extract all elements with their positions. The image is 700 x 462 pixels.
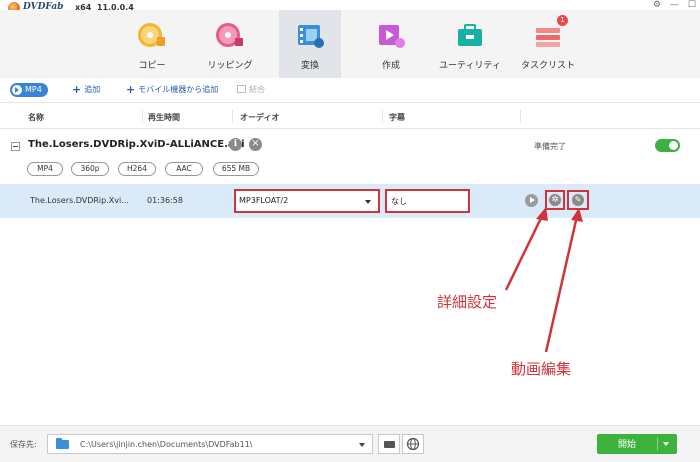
status-text: 準備完了 [534, 142, 566, 151]
tag-video-codec: H264 [118, 162, 156, 176]
copy-disc-icon [138, 23, 165, 47]
folder-icon [56, 438, 69, 449]
title-row[interactable]: The.Losers.DVDRip.Xvi... 01:36:58 MP3FLO… [0, 184, 700, 218]
nav-label-converter: 変換 [300, 61, 319, 71]
nav-item-creator[interactable]: 作成 [360, 10, 422, 78]
nav-item-tasklist[interactable]: 1 タスクリスト [517, 10, 579, 78]
annotation-video-edit: 動画編集 [511, 360, 572, 378]
tag-size: 655 MB [213, 162, 259, 176]
add-from-mobile-button[interactable]: + モバイル機器から追加 [126, 84, 218, 96]
tag-audio-codec: AAC [165, 162, 203, 176]
column-audio: オーディオ [240, 113, 280, 122]
globe-icon [406, 437, 420, 451]
start-separator [657, 437, 658, 451]
advanced-settings-button[interactable]: ✲ [545, 190, 565, 210]
output-path-select[interactable]: C:\Users\jinjin.chen\Documents\DVDFab11\ [47, 434, 373, 454]
video-edit-button[interactable]: ✎ [567, 190, 589, 210]
nav-label-tasklist: タスクリスト [520, 61, 575, 71]
nav-item-converter[interactable]: 変換 [279, 10, 341, 78]
profile-selector-button[interactable]: MP4 [10, 83, 48, 97]
converter-film-icon [298, 25, 324, 48]
collapse-icon[interactable] [11, 142, 20, 151]
play-circle-icon [12, 85, 22, 95]
save-to-label: 保存先: [10, 440, 37, 449]
start-label: 開始 [617, 440, 636, 450]
merge-box-icon [237, 85, 246, 93]
utility-toolbox-icon [458, 24, 482, 46]
nav-label-ripper: リッピング [207, 61, 253, 71]
column-duration: 再生時間 [148, 113, 180, 122]
add-button[interactable]: + 追加 [72, 84, 100, 96]
settings-gear-icon: ✲ [549, 194, 561, 206]
audio-track-select[interactable]: MP3FLOAT/2 [234, 189, 380, 213]
plus-icon: + [72, 83, 82, 96]
enable-toggle[interactable] [655, 139, 680, 152]
subtitle-select[interactable]: なし [385, 189, 470, 213]
nav-item-ripper[interactable]: リッピング [199, 10, 261, 78]
track-duration: 01:36:58 [147, 196, 183, 205]
nav-label-creator: 作成 [381, 61, 400, 71]
merge-checkbox[interactable]: 結合 [237, 84, 265, 96]
play-icon[interactable] [525, 194, 538, 207]
chevron-down-icon[interactable] [663, 442, 669, 446]
tag-resolution: 360p [71, 162, 109, 176]
globe-button[interactable] [402, 434, 424, 454]
info-icon[interactable]: i [229, 138, 242, 151]
nav-item-copy[interactable]: コピー [121, 10, 183, 78]
toolbar: MP4 + 追加 + モバイル機器から追加 結合 [0, 78, 700, 103]
nav-item-utility[interactable]: ユーティリティ [439, 10, 501, 78]
edit-pencil-icon: ✎ [572, 194, 584, 206]
nav-label-copy: コピー [138, 61, 166, 71]
chevron-down-icon [359, 443, 365, 447]
tag-format: MP4 [27, 162, 63, 176]
column-header: 名称 再生時間 オーディオ 字幕 [0, 104, 700, 129]
chevron-down-icon [365, 200, 371, 204]
file-title: The.Losers.DVDRip.XviD-ALLiANCE.avi [28, 139, 245, 150]
track-name: The.Losers.DVDRip.Xvi... [30, 196, 129, 205]
column-subtitle: 字幕 [389, 113, 405, 122]
browse-folder-button[interactable] [378, 434, 400, 454]
profile-label: MP4 [25, 85, 42, 94]
output-path-text: C:\Users\jinjin.chen\Documents\DVDFab11\ [80, 440, 253, 449]
tasklist-badge: 1 [557, 15, 568, 26]
annotation-advanced-settings: 詳細設定 [437, 293, 498, 311]
column-name: 名称 [28, 113, 44, 122]
ripper-disc-icon [216, 23, 243, 47]
close-icon[interactable]: × [249, 138, 262, 151]
nav-label-utility: ユーティリティ [439, 61, 501, 71]
creator-icon [379, 25, 405, 48]
module-nav: コピー リッピング 変換 作成 ユーティリティ 1 タスクリスト [0, 10, 700, 78]
plus-icon: + [126, 83, 136, 96]
start-button[interactable]: 開始 [597, 434, 677, 454]
file-row: The.Losers.DVDRip.XviD-ALLiANCE.avi i × … [0, 130, 700, 182]
bottom-bar: 保存先: C:\Users\jinjin.chen\Documents\DVDF… [0, 425, 700, 462]
